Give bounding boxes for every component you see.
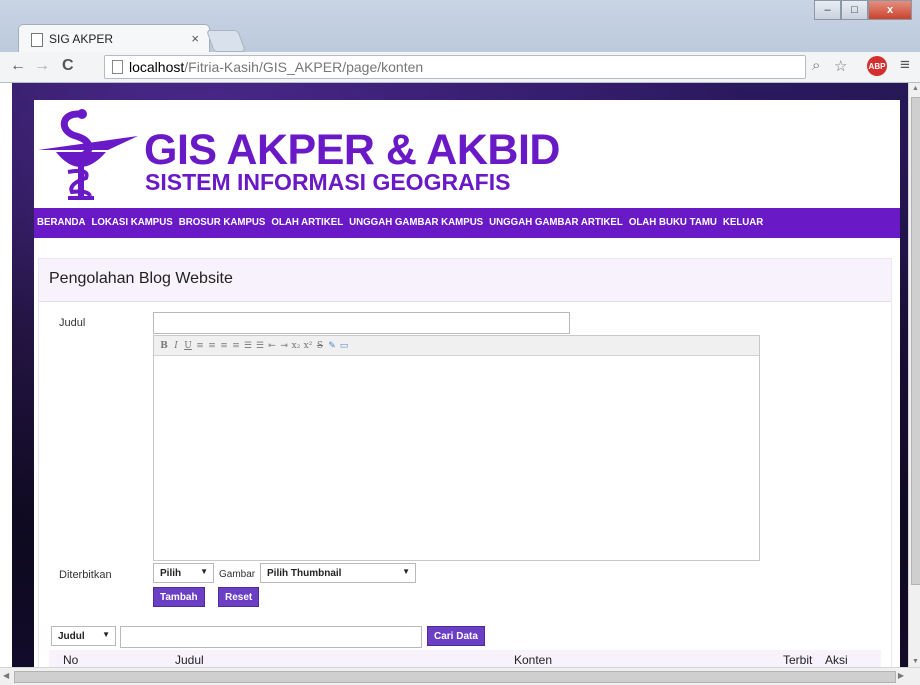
menu-item-olah-artikel[interactable]: OLAH ARTIKEL	[268, 208, 346, 238]
tambah-button[interactable]: Tambah	[153, 587, 205, 607]
search-input[interactable]	[120, 626, 422, 648]
unordered-list-icon[interactable]: ☰	[243, 341, 253, 351]
zoom-icon[interactable]: ⌕	[812, 57, 820, 74]
chevron-down-icon: ▼	[102, 630, 110, 639]
maximize-button[interactable]: □	[841, 0, 868, 20]
diterbitkan-label: Diterbitkan	[59, 569, 112, 581]
back-icon[interactable]: ←	[10, 57, 26, 75]
column-header-aksi: Aksi	[825, 653, 848, 667]
strikethrough-icon[interactable]: S	[315, 341, 325, 351]
horizontal-rule-icon[interactable]: ▭	[339, 341, 349, 351]
close-window-button[interactable]: x	[868, 0, 912, 20]
panel-header: Pengolahan Blog Website	[39, 259, 891, 302]
page-icon	[112, 60, 123, 74]
subscript-icon[interactable]: x₂	[291, 341, 301, 351]
tab-strip: SIG AKPER × – □ x	[0, 0, 920, 53]
align-left-icon[interactable]: ≡	[195, 341, 205, 351]
align-justify-icon[interactable]: ≡	[231, 341, 241, 351]
editor-toolbar: B I U ≡ ≡ ≡ ≡ ☰ ☰ ⇤ ⇥ x₂ x² S ✎ ▭	[154, 336, 759, 356]
url-host: localhost	[129, 59, 185, 75]
browser-chrome: SIG AKPER × – □ x ← → C localhost/Fitria…	[0, 0, 920, 83]
scrollbar-thumb[interactable]	[14, 671, 896, 683]
rich-text-editor[interactable]: B I U ≡ ≡ ≡ ≡ ☰ ☰ ⇤ ⇥ x₂ x² S ✎ ▭	[153, 335, 760, 561]
window-controls: – □ x	[814, 0, 912, 20]
scrollbar-thumb[interactable]	[911, 97, 920, 585]
cari-data-button[interactable]: Cari Data	[427, 626, 485, 646]
bold-icon[interactable]: B	[159, 341, 169, 351]
gambar-label: Gambar	[219, 569, 256, 580]
site-subtitle: SISTEM INFORMASI GEOGRAFIS	[145, 169, 511, 195]
main-menu: BERANDA LOKASI KAMPUS BROSUR KAMPUS OLAH…	[34, 208, 900, 238]
menu-item-beranda[interactable]: BERANDA	[34, 208, 88, 238]
url-path: /Fitria-Kasih/GIS_AKPER/page/konten	[184, 59, 424, 75]
indent-icon[interactable]: ⇥	[279, 341, 289, 351]
forward-icon[interactable]: →	[34, 57, 50, 75]
menu-item-lokasi-kampus[interactable]: LOKASI KAMPUS	[88, 208, 175, 238]
page-viewport: GIS AKPER & AKBID SISTEM INFORMASI GEOGR…	[12, 83, 908, 667]
menu-icon[interactable]: ≡	[900, 55, 910, 75]
vertical-scrollbar[interactable]: ▲ ▼	[908, 83, 920, 667]
star-icon[interactable]: ☆	[834, 57, 847, 75]
scroll-right-icon[interactable]: ▶	[898, 671, 904, 680]
tab-close-icon[interactable]: ×	[191, 31, 199, 46]
menu-item-unggah-gambar-kampus[interactable]: UNGGAH GAMBAR KAMPUS	[346, 208, 486, 238]
url-text: localhost/Fitria-Kasih/GIS_AKPER/page/ko…	[129, 59, 423, 75]
blog-panel: Pengolahan Blog Website Judul B I U ≡ ≡ …	[38, 258, 892, 667]
gambar-select[interactable]: Pilih Thumbnail ▼	[260, 563, 416, 583]
menu-item-unggah-gambar-artikel[interactable]: UNGGAH GAMBAR ARTIKEL	[486, 208, 626, 238]
site-header: GIS AKPER & AKBID SISTEM INFORMASI GEOGR…	[34, 100, 900, 208]
menu-item-olah-buku-tamu[interactable]: OLAH BUKU TAMU	[626, 208, 720, 238]
diterbitkan-select-value: Pilih	[160, 568, 182, 579]
judul-input[interactable]	[153, 312, 570, 334]
address-bar[interactable]: localhost/Fitria-Kasih/GIS_AKPER/page/ko…	[104, 55, 806, 79]
scroll-left-icon[interactable]: ◀	[3, 671, 9, 680]
caduceus-logo-icon	[38, 109, 138, 200]
gambar-select-value: Pilih Thumbnail	[267, 568, 342, 579]
search-field-select[interactable]: Judul ▼	[51, 626, 116, 646]
minimize-button[interactable]: –	[814, 0, 841, 20]
horizontal-scrollbar[interactable]: ◀ ▶	[0, 667, 920, 685]
underline-icon[interactable]: U	[183, 341, 193, 351]
chevron-down-icon: ▼	[402, 567, 410, 576]
table-header: No Judul Konten Terbit Aksi	[49, 650, 881, 667]
judul-label: Judul	[59, 317, 86, 329]
panel-title: Pengolahan Blog Website	[49, 270, 233, 287]
chevron-down-icon: ▼	[200, 567, 208, 576]
menu-item-keluar[interactable]: KELUAR	[720, 208, 766, 238]
new-tab-button[interactable]	[205, 30, 247, 52]
diterbitkan-select[interactable]: Pilih ▼	[153, 563, 214, 583]
column-header-judul: Judul	[175, 653, 204, 667]
reset-button[interactable]: Reset	[218, 587, 260, 607]
superscript-icon[interactable]: x²	[303, 341, 313, 351]
browser-toolbar: ← → C localhost/Fitria-Kasih/GIS_AKPER/p…	[0, 52, 920, 82]
outdent-icon[interactable]: ⇤	[267, 341, 277, 351]
scroll-up-icon[interactable]: ▲	[912, 85, 919, 92]
content-area: Pengolahan Blog Website Judul B I U ≡ ≡ …	[34, 238, 900, 667]
reload-icon[interactable]: C	[62, 57, 74, 75]
tab-sig-akper[interactable]: SIG AKPER ×	[18, 24, 210, 53]
italic-icon[interactable]: I	[171, 341, 181, 351]
column-header-no: No	[63, 653, 79, 667]
page-icon	[31, 33, 43, 47]
adblock-icon[interactable]: ABP	[867, 56, 887, 76]
tab-title: SIG AKPER	[49, 32, 114, 46]
menu-item-brosur-kampus[interactable]: BROSUR KAMPUS	[176, 208, 269, 238]
search-field-value: Judul	[58, 631, 85, 642]
align-right-icon[interactable]: ≡	[219, 341, 229, 351]
ordered-list-icon[interactable]: ☰	[255, 341, 265, 351]
site-title: GIS AKPER & AKBID	[144, 126, 560, 174]
scroll-down-icon[interactable]: ▼	[912, 658, 919, 665]
remove-format-icon[interactable]: ✎	[327, 341, 337, 351]
column-header-konten: Konten	[514, 653, 553, 667]
column-header-terbit: Terbit	[783, 653, 813, 667]
align-center-icon[interactable]: ≡	[207, 341, 217, 351]
